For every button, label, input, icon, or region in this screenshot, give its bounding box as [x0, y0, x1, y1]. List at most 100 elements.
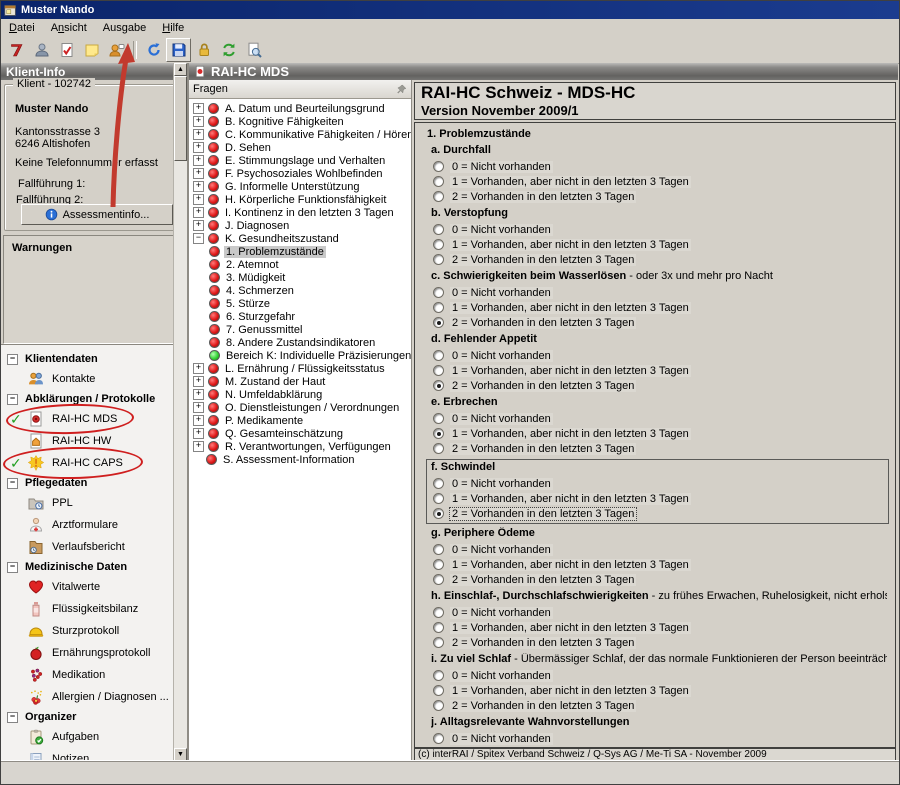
option-label[interactable]: 2 = Vorhanden in den letzten 3 Tagen [450, 574, 636, 586]
option-label[interactable]: 1 = Vorhanden, aber nicht in den letzten… [450, 493, 691, 505]
option-label[interactable]: 0 = Nicht vorhanden [450, 287, 553, 299]
menu-hilfe[interactable]: Hilfe [154, 20, 192, 36]
option-label[interactable]: 0 = Nicht vorhanden [450, 733, 553, 745]
tree-item-d-sehen[interactable]: +D. Sehen [189, 141, 411, 154]
tree-item-e-stimmungslage-und-verhalten[interactable]: +E. Stimmungslage und Verhalten [189, 154, 411, 167]
toolbar-button-note[interactable] [79, 38, 104, 62]
option-label[interactable]: 2 = Vorhanden in den letzten 3 Tagen [450, 254, 636, 266]
menu-datei[interactable]: Datei [1, 20, 43, 36]
toolbar-button-contact[interactable] [104, 38, 129, 62]
radio-button[interactable] [433, 161, 444, 172]
sidebar-item-aufgaben[interactable]: Aufgaben [1, 726, 187, 748]
radio-button[interactable] [433, 380, 444, 391]
tree-item-2-atemnot[interactable]: 2. Atemnot [189, 258, 411, 271]
tree-item-b-kognitive-f-higkeiten[interactable]: +B. Kognitive Fähigkeiten [189, 115, 411, 128]
radio-button[interactable] [433, 428, 444, 439]
toolbar-button-sync[interactable] [141, 38, 166, 62]
option-label[interactable]: 2 = Vorhanden in den letzten 3 Tagen [450, 191, 636, 203]
option-label[interactable]: 0 = Nicht vorhanden [450, 224, 553, 236]
tree-item-c-kommunikative-f-higkeiten-h-ren[interactable]: +C. Kommunikative Fähigkeiten / Hören [189, 128, 411, 141]
toolbar-button-client[interactable] [29, 38, 54, 62]
radio-button[interactable] [433, 224, 444, 235]
scrollbar-thumb[interactable] [174, 76, 187, 161]
expand-icon[interactable]: + [193, 181, 204, 192]
radio-button[interactable] [433, 700, 444, 711]
scrollbar-up-arrow[interactable]: ▲ [174, 63, 187, 76]
sidebar-item-arztformulare[interactable]: Arztformulare [1, 514, 187, 536]
tree-item-n-umfeldabkl-rung[interactable]: +N. Umfeldabklärung [189, 388, 411, 401]
toolbar-button-assessment-check[interactable] [54, 38, 79, 62]
option-label[interactable]: 1 = Vorhanden, aber nicht in den letzten… [450, 176, 691, 188]
expand-icon[interactable]: + [193, 168, 204, 179]
sidebar-item-sturzprotokoll[interactable]: Sturzprotokoll [1, 620, 187, 642]
tree-item-k-gesundheitszustand[interactable]: −K. Gesundheitszustand [189, 232, 411, 245]
tree-item-q-gesamteinsch-tzung[interactable]: +Q. Gesamteinschätzung [189, 427, 411, 440]
radio-button[interactable] [433, 350, 444, 361]
sidebar-section-klientendaten[interactable]: −Klientendaten [1, 350, 187, 368]
sidebar-item-verlaufsbericht[interactable]: Verlaufsbericht [1, 536, 187, 558]
tree-item-m-zustand-der-haut[interactable]: +M. Zustand der Haut [189, 375, 411, 388]
radio-button[interactable] [433, 733, 444, 744]
option-label[interactable]: 1 = Vorhanden, aber nicht in den letzten… [450, 559, 691, 571]
expand-icon[interactable]: + [193, 376, 204, 387]
option-label[interactable]: 1 = Vorhanden, aber nicht in den letzten… [450, 365, 691, 377]
expand-icon[interactable]: + [193, 103, 204, 114]
radio-button[interactable] [433, 607, 444, 618]
tree-item-1-problemzust-nde[interactable]: 1. Problemzustände [189, 245, 411, 258]
sidebar-item-vitalwerte[interactable]: Vitalwerte [1, 576, 187, 598]
toolbar-button-save[interactable] [166, 38, 191, 62]
radio-button[interactable] [433, 176, 444, 187]
toolbar-button-refresh[interactable] [216, 38, 241, 62]
collapse-icon[interactable]: − [7, 478, 18, 489]
sidebar-item-allergien-diagnosen[interactable]: Allergien / Diagnosen ... [1, 686, 187, 708]
option-label[interactable]: 2 = Vorhanden in den letzten 3 Tagen [450, 508, 636, 520]
option-label[interactable]: 0 = Nicht vorhanden [450, 478, 553, 490]
tree-item-5-st-rze[interactable]: 5. Stürze [189, 297, 411, 310]
toolbar-button-print-preview[interactable] [241, 38, 266, 62]
radio-button[interactable] [433, 508, 444, 519]
sidebar-item-ern-hrungsprotokoll[interactable]: Ernährungsprotokoll [1, 642, 187, 664]
option-label[interactable]: 1 = Vorhanden, aber nicht in den letzten… [450, 239, 691, 251]
radio-button[interactable] [433, 413, 444, 424]
radio-button[interactable] [433, 493, 444, 504]
expand-icon[interactable]: + [193, 155, 204, 166]
radio-button[interactable] [433, 317, 444, 328]
sidebar-section-medizinische-daten[interactable]: −Medizinische Daten [1, 558, 187, 576]
option-label[interactable]: 0 = Nicht vorhanden [450, 670, 553, 682]
expand-icon[interactable]: + [193, 415, 204, 426]
sidebar-item-rai-hc-mds[interactable]: ✓RAI-HC MDS [1, 408, 187, 430]
expand-icon[interactable]: + [193, 441, 204, 452]
tree-item-8-andere-zustandsindikatoren[interactable]: 8. Andere Zustandsindikatoren [189, 336, 411, 349]
pin-icon[interactable] [396, 84, 407, 95]
expand-icon[interactable]: + [193, 194, 204, 205]
radio-button[interactable] [433, 239, 444, 250]
tree-item-i-kontinenz-in-den-letzten-3-tagen[interactable]: +I. Kontinenz in den letzten 3 Tagen [189, 206, 411, 219]
radio-button[interactable] [433, 685, 444, 696]
option-label[interactable]: 0 = Nicht vorhanden [450, 544, 553, 556]
sidebar-item-medikation[interactable]: Medikation [1, 664, 187, 686]
sidebar-section-pflegedaten[interactable]: −Pflegedaten [1, 474, 187, 492]
option-label[interactable]: 1 = Vorhanden, aber nicht in den letzten… [450, 685, 691, 697]
expand-icon[interactable]: + [193, 363, 204, 374]
collapse-icon[interactable]: − [7, 394, 18, 405]
tree-item-6-sturzgefahr[interactable]: 6. Sturzgefahr [189, 310, 411, 323]
radio-button[interactable] [433, 191, 444, 202]
sidebar-item-fl-ssigkeitsbilanz[interactable]: Flüssigkeitsbilanz [1, 598, 187, 620]
radio-button[interactable] [433, 670, 444, 681]
sidebar-item-rai-hc-caps[interactable]: ✓RAI-HC CAPS [1, 452, 187, 474]
tree-item-s-assessment-information[interactable]: S. Assessment-Information [189, 453, 411, 466]
toolbar-button-exit[interactable] [4, 38, 29, 62]
tree-item-l-ern-hrung-fl-ssigkeitsstatus[interactable]: +L. Ernährung / Flüssigkeitsstatus [189, 362, 411, 375]
collapse-icon[interactable]: − [193, 233, 204, 244]
radio-button[interactable] [433, 254, 444, 265]
collapse-icon[interactable]: − [7, 562, 18, 573]
tree-item-h-k-rperliche-funktionsf-higkeit[interactable]: +H. Körperliche Funktionsfähigkeit [189, 193, 411, 206]
sidebar-item-ppl[interactable]: PPL [1, 492, 187, 514]
expand-icon[interactable]: + [193, 116, 204, 127]
collapse-icon[interactable]: − [7, 712, 18, 723]
tree-item-f-psychosoziales-wohlbefinden[interactable]: +F. Psychosoziales Wohlbefinden [189, 167, 411, 180]
option-label[interactable]: 2 = Vorhanden in den letzten 3 Tagen [450, 637, 636, 649]
option-label[interactable]: 2 = Vorhanden in den letzten 3 Tagen [450, 380, 636, 392]
option-label[interactable]: 0 = Nicht vorhanden [450, 350, 553, 362]
option-label[interactable]: 0 = Nicht vorhanden [450, 607, 553, 619]
